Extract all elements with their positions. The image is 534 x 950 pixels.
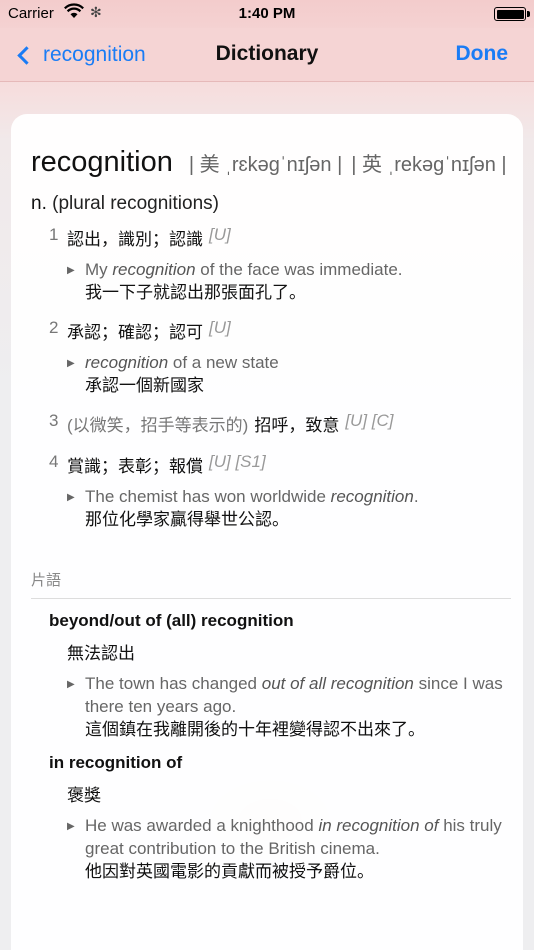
- page-title: Dictionary: [215, 42, 319, 65]
- example-chinese: 我一下子就認出那張面孔了。: [85, 283, 306, 302]
- dictionary-card[interactable]: recognition | 美 ˌrɛkəɡˈnɪʃən | | 英 ˌrekə…: [11, 114, 523, 950]
- sense-definition: 招呼，致意: [254, 416, 340, 435]
- sense-number: 3: [49, 411, 59, 430]
- example-chinese: 這個鎮在我離開後的十年裡變得認不出來了。: [85, 720, 425, 739]
- grammar-code: [U]: [209, 225, 231, 244]
- sense-1: 1 認出，識別；認識 [U] ▶ My recognition of the f…: [49, 225, 511, 304]
- example: ▶ recognition of a new state 承認一個新國家: [67, 351, 511, 397]
- phrases-section-label: 片語: [31, 569, 511, 599]
- example: ▶ The chemist has won worldwide recognit…: [67, 485, 511, 531]
- status-bar: Carrier ✻ 1:40 PM: [0, 0, 534, 28]
- pronunciation-us: | 美 ˌrɛkəɡˈnɪʃən |: [188, 154, 343, 176]
- example-chinese: 承認一個新國家: [85, 376, 204, 395]
- sense-number: 1: [49, 225, 59, 244]
- part-of-speech: n. (plural recognitions): [31, 193, 511, 215]
- clock: 1:40 PM: [238, 5, 296, 22]
- sense-definition: 承認；確認；認可: [67, 323, 203, 342]
- phrase-1: beyond/out of (all) recognition 無法認出 ▶ T…: [49, 611, 511, 741]
- example-english: The town has changed out of all recognit…: [85, 674, 503, 716]
- plural-note: (plural recognitions): [52, 193, 219, 214]
- navigation-bar: recognition Dictionary Done: [0, 28, 534, 82]
- grammar-code: [U] [C]: [345, 411, 394, 430]
- grammar-code: [U] [S1]: [209, 452, 266, 471]
- headword: recognition: [31, 146, 173, 178]
- done-button[interactable]: Done: [456, 42, 509, 66]
- triangle-bullet-icon: ▶: [67, 358, 75, 369]
- example-english: He was awarded a knighthood in recogniti…: [85, 816, 502, 858]
- triangle-bullet-icon: ▶: [67, 265, 75, 276]
- phrase-definition: 褒獎: [67, 786, 101, 805]
- sense-4: 4 賞識；表彰；報償 [U] [S1] ▶ The chemist has wo…: [49, 452, 511, 531]
- triangle-bullet-icon: ▶: [67, 679, 75, 690]
- example: ▶ My recognition of the face was immedia…: [67, 258, 511, 304]
- battery-icon: [494, 7, 530, 21]
- example-english: The chemist has won worldwide recognitio…: [85, 487, 419, 506]
- example-english: recognition of a new state: [85, 353, 279, 372]
- example: ▶ He was awarded a knighthood in recogni…: [67, 814, 511, 883]
- example: ▶ The town has changed out of all recogn…: [67, 672, 511, 741]
- example-chinese: 那位化學家贏得舉世公認。: [85, 510, 289, 529]
- pos-label: n.: [31, 193, 47, 214]
- triangle-bullet-icon: ▶: [67, 821, 75, 832]
- sense-number: 2: [49, 318, 59, 337]
- sense-context: (以微笑，招手等表示的): [67, 416, 249, 435]
- sense-3: 3 (以微笑，招手等表示的) 招呼，致意 [U] [C]: [49, 411, 511, 436]
- triangle-bullet-icon: ▶: [67, 492, 75, 503]
- entry-content: recognition | 美 ˌrɛkəɡˈnɪʃən | | 英 ˌrekə…: [31, 142, 511, 883]
- example-english: My recognition of the face was immediate…: [85, 260, 403, 279]
- phrase-title: in recognition of: [49, 753, 183, 772]
- pronunciation-uk: | 英 ˌrekəɡˈnɪʃən |: [351, 154, 507, 176]
- sense-definition: 認出，識別；認識: [67, 230, 203, 249]
- example-chinese: 他因對英國電影的貢獻而被授予爵位。: [85, 862, 374, 881]
- sense-number: 4: [49, 452, 59, 471]
- phrase-2: in recognition of 褒獎 ▶ He was awarded a …: [49, 753, 511, 883]
- sense-2: 2 承認；確認；認可 [U] ▶ recognition of a new st…: [49, 318, 511, 397]
- phrase-definition: 無法認出: [67, 644, 135, 663]
- phrase-title: beyond/out of (all) recognition: [49, 611, 294, 630]
- grammar-code: [U]: [209, 318, 231, 337]
- sense-definition: 賞識；表彰；報償: [67, 457, 203, 476]
